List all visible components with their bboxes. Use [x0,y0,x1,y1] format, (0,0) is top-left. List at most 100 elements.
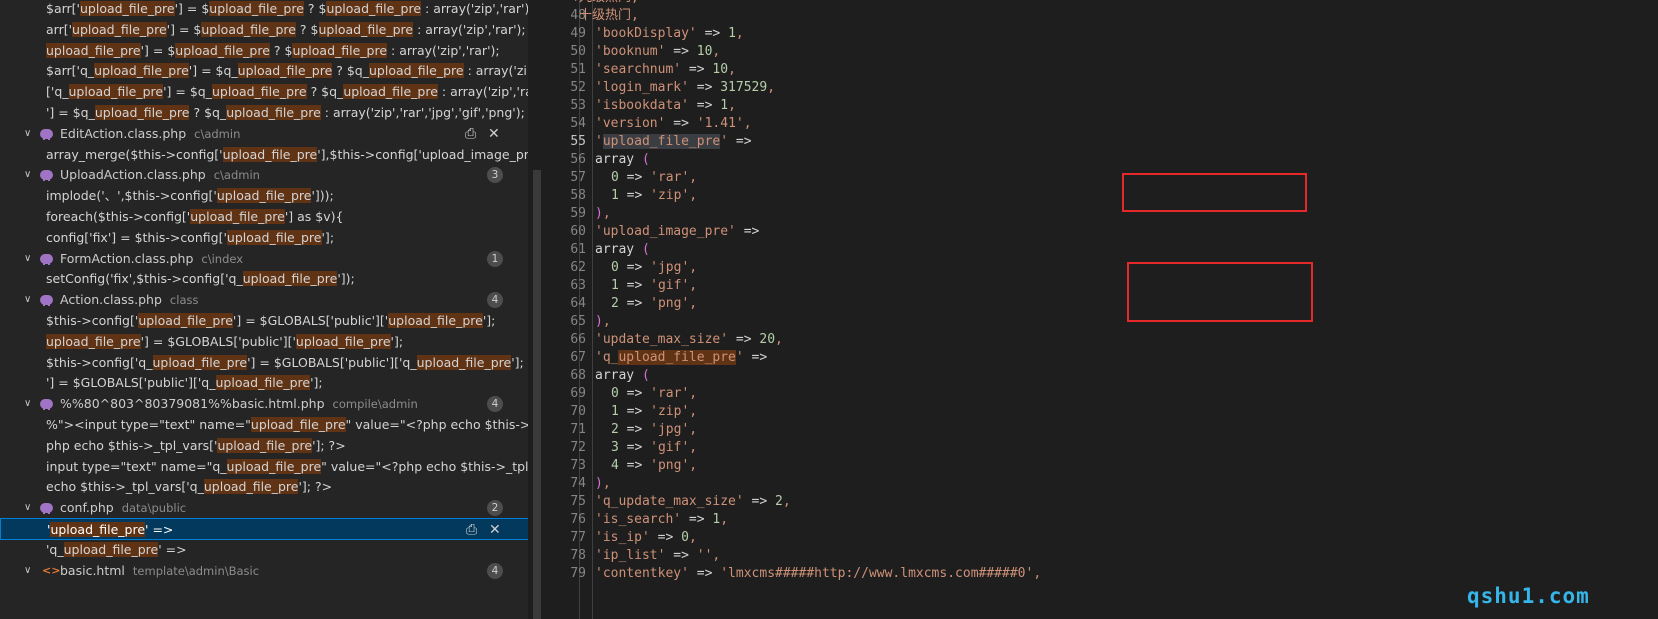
php-icon [40,170,53,181]
search-result-file[interactable]: ∨ Action.class.php class 4 [0,289,528,311]
code-text: 2 => 'jpg', [611,422,698,437]
code-line[interactable]: 50 'booknum' => 10, [550,42,1658,61]
match-text: config['fix'] = $this->config['upload_fi… [46,230,335,245]
chevron-down-icon[interactable]: ∨ [24,289,36,311]
match-text: array_merge($this->config['upload_file_p… [46,147,528,162]
code-text: 2 => 'png', [611,296,698,311]
code-line[interactable]: 57 0 => 'rar', [550,168,1658,187]
dismiss-icon[interactable]: ✕ [489,519,501,539]
code-line[interactable]: 70 1 => 'zip', [550,402,1658,421]
code-line[interactable]: 72 3 => 'gif', [550,438,1658,457]
code-line[interactable]: 71 2 => 'jpg', [550,420,1658,439]
code-text: ), [595,314,611,329]
chevron-down-icon[interactable]: ∨ [24,497,36,519]
code-text: 'isbookdata' => 1, [595,98,736,113]
code-line[interactable]: 78 'ip_list' => '', [550,546,1658,565]
search-result-file[interactable]: ∨ conf.php data\public 2 [0,497,528,519]
search-result-match[interactable]: upload_file_pre'] = $GLOBALS['public']['… [0,331,528,353]
search-results-scrollbar-thumb[interactable] [533,170,541,619]
search-result-match[interactable]: implode('、',$this->config['upload_file_p… [0,185,528,207]
code-line[interactable]: 48 十级热门, [550,6,1658,25]
line-number: 59 [570,206,586,221]
code-line[interactable]: 60 'upload_image_pre' => [550,222,1658,241]
search-result-match[interactable]: foreach($this->config['upload_file_pre']… [0,206,528,228]
code-text: 'searchnum' => 10, [595,62,736,77]
search-result-match[interactable]: php echo $this->_tpl_vars['upload_file_p… [0,435,528,457]
line-number: 69 [570,386,586,401]
search-result-file[interactable]: ∨ %%80^803^80379081%%basic.html.php compil… [0,393,528,415]
code-line[interactable]: 75 'q_update_max_size' => 2, [550,492,1658,511]
code-text: ), [595,206,611,221]
line-number: 55 [570,134,586,149]
code-line[interactable]: 64 2 => 'png', [550,294,1658,313]
code-line[interactable]: 68 array ( [550,366,1658,385]
search-result-file[interactable]: ∨ EditAction.class.php c\admin ⎙ ✕ [0,123,528,145]
search-result-match[interactable]: array_merge($this->config['upload_file_p… [0,144,528,166]
chevron-down-icon[interactable]: ∨ [24,123,36,145]
search-result-match[interactable]: input type="text" name="q_upload_file_pr… [0,456,528,478]
chevron-down-icon[interactable]: ∨ [24,393,36,415]
code-line[interactable]: 79 'contentkey' => 'lmxcms#####http://www… [550,564,1658,583]
code-line[interactable]: 55 'upload_file_pre' => [550,132,1658,151]
code-line[interactable]: 63 1 => 'gif', [550,276,1658,295]
code-line[interactable]: 67 'q_upload_file_pre' => [550,348,1658,367]
code-line[interactable]: 76 'is_search' => 1, [550,510,1658,529]
code-line[interactable]: 69 0 => 'rar', [550,384,1658,403]
search-result-match[interactable]: $this->config['q_upload_file_pre'] = $GL… [0,352,528,374]
file-path: c\index [201,252,244,266]
file-path: class [169,293,199,307]
match-count-badge: 2 [487,500,503,516]
search-result-match[interactable]: arr['upload_file_pre'] = $upload_file_pr… [0,19,528,41]
code-line[interactable]: 58 1 => 'zip', [550,186,1658,205]
code-line[interactable]: 65), [550,312,1658,331]
search-result-match[interactable]: 'q_upload_file_pre' => [0,539,528,561]
code-line[interactable]: 52 'login_mark' => 317529, [550,78,1658,97]
code-line[interactable]: 54 'version' => '1.41', [550,114,1658,133]
replace-icon[interactable]: ⎙ [466,519,477,539]
code-text: 'login_mark' => 317529, [595,80,776,95]
code-line[interactable]: 59), [550,204,1658,223]
search-result-match[interactable]: $arr['q_upload_file_pre'] = $q_upload_fi… [0,60,528,82]
search-result-match[interactable]: %">​<input type="text" name="upload_file… [0,414,528,436]
search-result-match[interactable]: config['fix'] = $this->config['upload_fi… [0,227,528,249]
search-result-match[interactable]: $this->config['upload_file_pre'] = $GLOB… [0,310,528,332]
search-result-match[interactable]: echo $this->_tpl_vars['q_upload_file_pre… [0,476,528,498]
code-line[interactable]: 62 0 => 'jpg', [550,258,1658,277]
line-number: 56 [570,152,586,167]
search-result-file[interactable]: ∨ FormAction.class.php c\index 1 [0,248,528,270]
search-result-match[interactable]: ['q_upload_file_pre'] = $q_upload_file_p… [0,81,528,103]
code-line[interactable]: 61 array ( [550,240,1658,259]
code-line[interactable]: 53 'isbookdata' => 1, [550,96,1658,115]
code-line[interactable]: 66 'update_max_size' => 20, [550,330,1658,349]
code-line[interactable]: 77 'is_ip' => 0, [550,528,1658,547]
chevron-down-icon[interactable]: ∨ [24,248,36,270]
file-path: c\admin [194,127,241,141]
code-line[interactable]: 74), [550,474,1658,493]
search-result-match[interactable]: '] = $GLOBALS['public']['q_upload_file_p… [0,372,528,394]
match-text: $this->config['q_upload_file_pre'] = $GL… [46,355,524,370]
code-line[interactable]: 73 4 => 'png', [550,456,1658,475]
chevron-down-icon[interactable]: ∨ [24,164,36,186]
chevron-down-icon[interactable]: ∨ [24,560,36,582]
search-result-match[interactable]: setConfig('fix',$this->config['q_upload_… [0,268,528,290]
match-text: $arr['q_upload_file_pre'] = $q_upload_fi… [46,63,528,78]
search-result-file[interactable]: ∨ UploadAction.class.php c\admin 3 [0,164,528,186]
code-editor[interactable]: 47九级热门,48十级热门,49'bookDisplay' => 1,50'bo… [550,0,1658,619]
search-result-match[interactable]: upload_file_pre'] = $upload_file_pre ? $… [0,40,528,62]
code-text: 1 => 'zip', [611,404,698,419]
code-line[interactable]: 56 array ( [550,150,1658,169]
code-line[interactable]: 49 'bookDisplay' => 1, [550,24,1658,43]
search-result-file[interactable]: ∨ <> basic.html template\admin\Basic 4 [0,560,528,582]
replace-all-icon[interactable]: ⎙ [465,123,476,145]
close-icon[interactable]: ✕ [488,123,500,145]
search-result-match[interactable]: '] = $q_upload_file_pre ? $q_upload_file… [0,102,528,124]
code-line[interactable]: 51 'searchnum' => 10, [550,60,1658,79]
match-text: foreach($this->config['upload_file_pre']… [46,209,344,224]
code-text: 'ip_list' => '', [595,548,721,563]
search-result-match[interactable]: $arr['upload_file_pre'] = $upload_file_p… [0,0,528,20]
annotation-box-upload-file-pre [1122,173,1307,212]
match-text: '] = $GLOBALS['public']['q_upload_file_p… [46,375,323,390]
line-number: 68 [570,368,586,383]
search-result-match[interactable]: 'upload_file_pre' => ⎙ ✕ [0,518,528,540]
file-path: template\admin\Basic [132,564,260,578]
